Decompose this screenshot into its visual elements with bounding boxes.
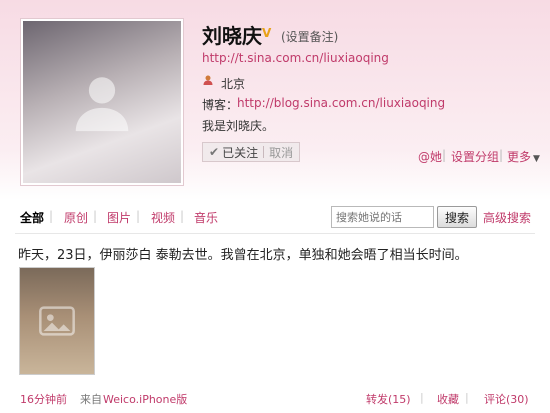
location-text: 北京 (221, 77, 246, 91)
avatar-image-placeholder (23, 21, 181, 183)
person-pin-icon (202, 74, 214, 89)
set-group-link[interactable]: 设置分组 (451, 148, 499, 165)
image-placeholder-icon (39, 306, 75, 336)
check-icon: ✔ (209, 145, 220, 159)
weibo-url-link[interactable]: http://t.sina.com.cn/liuxiaoqing (202, 51, 389, 65)
search-input[interactable] (331, 206, 434, 228)
post-image-thumbnail[interactable] (19, 267, 95, 375)
profile-name: 刘晓庆 (202, 24, 262, 48)
post-source-link[interactable]: Weico.iPhone版 (103, 391, 187, 407)
caret-down-icon: ▼ (533, 154, 540, 164)
mention-link[interactable]: @她 (418, 148, 442, 165)
more-menu-button[interactable]: 更多 ▼ (507, 148, 540, 165)
tab-music[interactable]: 音乐 (194, 209, 218, 226)
repost-button[interactable]: 转发(15) (366, 391, 411, 407)
tab-video[interactable]: 视频 (151, 209, 175, 226)
source-prefix: 来自 (80, 393, 102, 406)
verified-badge-icon: V (262, 26, 272, 40)
favorite-button[interactable]: 收藏 (437, 391, 459, 407)
tab-divider: | (180, 209, 185, 223)
followed-label: 已关注 (222, 145, 259, 160)
search-button[interactable]: 搜索 (437, 206, 477, 228)
comment-button[interactable]: 评论(30) (484, 391, 529, 407)
ops-divider: | (499, 148, 504, 162)
set-remark-link[interactable]: (设置备注) (281, 28, 338, 45)
profile-bio: 我是刘晓庆。 (202, 119, 275, 133)
more-label: 更多 (507, 150, 532, 164)
advanced-search-link[interactable]: 高级搜索 (483, 209, 531, 226)
unfollow-button[interactable]: 取消 (269, 144, 293, 161)
blog-url-link[interactable]: http://blog.sina.com.cn/liuxiaoqing (237, 96, 445, 110)
footer-divider: | (465, 391, 469, 404)
tab-divider: | (93, 209, 98, 223)
ops-divider: | (442, 148, 447, 162)
profile-avatar[interactable] (20, 18, 184, 186)
tab-divider: | (136, 209, 141, 223)
follow-status-box: ✔ 已关注 取消 (202, 142, 300, 162)
blog-label: 博客： (202, 98, 239, 112)
weibo-profile-page: { "profile": { "name": "刘晓庆", "verified_… (0, 0, 550, 413)
post-time-link[interactable]: 16分钟前 (20, 391, 67, 407)
tabs-divider-line (15, 233, 535, 234)
user-silhouette-icon (75, 77, 129, 132)
tab-original[interactable]: 原创 (64, 209, 88, 226)
post-text: 昨天，23日，伊丽莎白 泰勒去世。我曾在北京，单独和她会晤了相当长时间。 (18, 248, 468, 263)
follow-divider (263, 146, 265, 158)
tab-divider: | (49, 209, 54, 223)
tab-images[interactable]: 图片 (107, 209, 131, 226)
tab-all[interactable]: 全部 (20, 209, 44, 226)
footer-divider: | (420, 391, 424, 404)
